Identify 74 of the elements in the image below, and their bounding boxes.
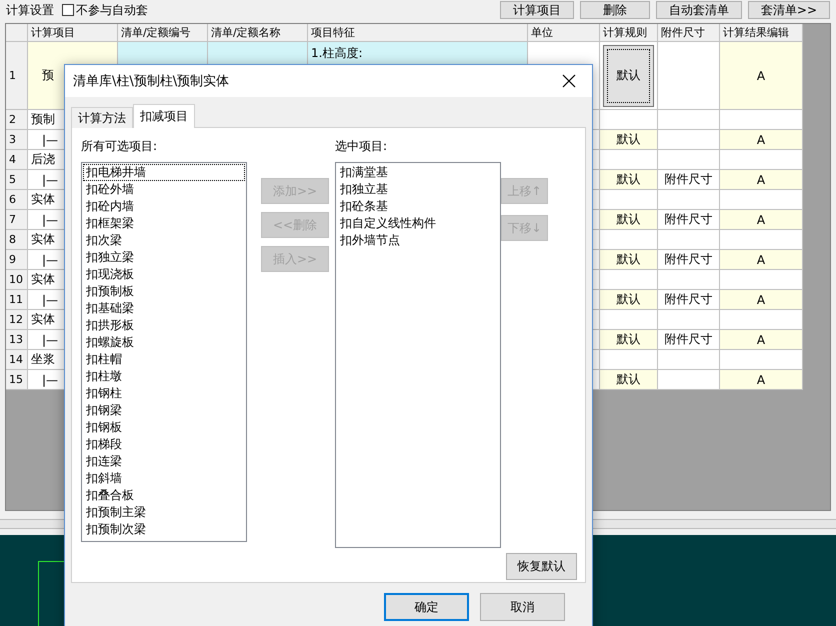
table-cell: 9 — [6, 250, 28, 270]
close-icon — [562, 74, 576, 88]
toolbar-button[interactable]: 计算项目 — [500, 1, 574, 19]
table-cell: 附件尺寸 — [658, 24, 720, 42]
table-cell: 8 — [6, 230, 28, 250]
table-cell: 10 — [6, 270, 28, 290]
table-cell: 计算结果编辑 — [720, 24, 803, 42]
rule-button[interactable]: 默认 — [603, 44, 654, 106]
list-item[interactable]: 扣斜墙 — [83, 470, 245, 487]
toolbar-button[interactable]: 删除 — [580, 1, 650, 19]
table-cell: 默认 — [600, 170, 658, 190]
table-cell: A — [720, 290, 803, 310]
list-label: 选中项目: — [335, 138, 388, 155]
table-cell: 默认 — [600, 370, 658, 390]
table-cell: 15 — [6, 370, 28, 390]
table-cell: 7 — [6, 210, 28, 230]
list-item[interactable]: 扣砼条基 — [337, 198, 499, 215]
table-cell: 默认 — [600, 130, 658, 150]
toolbar-button[interactable]: 自动套清单 — [656, 1, 742, 19]
tab[interactable]: 计算方法 — [71, 107, 133, 128]
table-cell: 1 — [6, 42, 28, 110]
table-cell: 5 — [6, 170, 28, 190]
list-item[interactable]: 扣独立基 — [337, 181, 499, 198]
table-cell: A — [720, 130, 803, 150]
list-item[interactable]: 扣预制主梁 — [83, 504, 245, 521]
table-cell: 清单/定额名称 — [208, 24, 308, 42]
table-cell: 默认 — [600, 330, 658, 350]
checkbox-label: 不参与自动套 — [76, 2, 148, 18]
table-cell: 4 — [6, 150, 28, 170]
section-label: 计算设置 — [6, 2, 54, 18]
table-cell: 计算规则 — [600, 24, 658, 42]
table-cell: 默认 — [600, 210, 658, 230]
table-cell: 3 — [6, 130, 28, 150]
table-cell: 附件尺寸 — [658, 290, 720, 310]
table-cell: 6 — [6, 190, 28, 210]
table-cell: 默认 — [600, 290, 658, 310]
checkbox[interactable] — [62, 4, 74, 16]
list-item[interactable]: 扣外墙节点 — [337, 232, 499, 249]
table-cell: 项目特征 — [308, 24, 528, 42]
table-cell: 附件尺寸 — [658, 210, 720, 230]
list-item[interactable]: 扣预制次梁 — [83, 521, 245, 538]
ok-button[interactable]: 确定 — [384, 593, 469, 621]
table-cell: A — [720, 210, 803, 230]
table-cell: 2 — [6, 110, 28, 130]
table-cell: 11 — [6, 290, 28, 310]
table-cell: 单位 — [528, 24, 600, 42]
list-item[interactable]: 扣钢梁 — [83, 402, 245, 419]
cancel-button[interactable]: 取消 — [480, 593, 565, 621]
restore-button[interactable]: 恢复默认 — [506, 553, 577, 580]
table-cell: 附件尺寸 — [658, 330, 720, 350]
list-item[interactable]: 扣连梁 — [83, 453, 245, 470]
list-item[interactable]: 扣满堂基 — [337, 164, 499, 181]
toolbar-button[interactable]: 套清单>> — [748, 1, 830, 19]
table-cell: A — [720, 250, 803, 270]
table-cell: 附件尺寸 — [658, 250, 720, 270]
list-item[interactable]: 扣钢板 — [83, 419, 245, 436]
list-item[interactable]: 扣梯段 — [83, 436, 245, 453]
list-item[interactable]: 扣叠合板 — [83, 487, 245, 504]
table-cell: 清单/定额编号 — [118, 24, 208, 42]
selected-list[interactable]: 扣满堂基 扣独立基 扣砼条基 扣自定义线性构件 扣外墙节点 — [335, 162, 501, 548]
table-cell: 13 — [6, 330, 28, 350]
table-cell: 12 — [6, 310, 28, 330]
list-item[interactable]: 扣电梯井墙 — [83, 164, 245, 181]
table-cell: A — [720, 42, 803, 110]
table-cell: 默认 — [600, 250, 658, 270]
available-list[interactable]: 扣电梯井墙 扣砼外墙 扣砼内墙 扣框架梁 扣次梁 扣独立梁 扣现浇板 扣预制板 扣基础梁 扣拱形板 扣螺旋板 扣柱帽 扣柱墩 扣钢柱 扣钢梁 扣钢板 扣梯段 扣连梁 扣斜墙 扣叠合板 扣预制主梁 扣预制次梁 — [81, 162, 247, 542]
table-cell: 计算项目 — [28, 24, 118, 42]
table-cell: 附件尺寸 — [658, 170, 720, 190]
table-cell: 14 — [6, 350, 28, 370]
table-cell: A — [720, 330, 803, 350]
table-cell: A — [720, 170, 803, 190]
list-item[interactable]: 扣自定义线性构件 — [337, 215, 499, 232]
table-cell: A — [720, 370, 803, 390]
tab[interactable]: 扣减项目 — [133, 104, 195, 128]
